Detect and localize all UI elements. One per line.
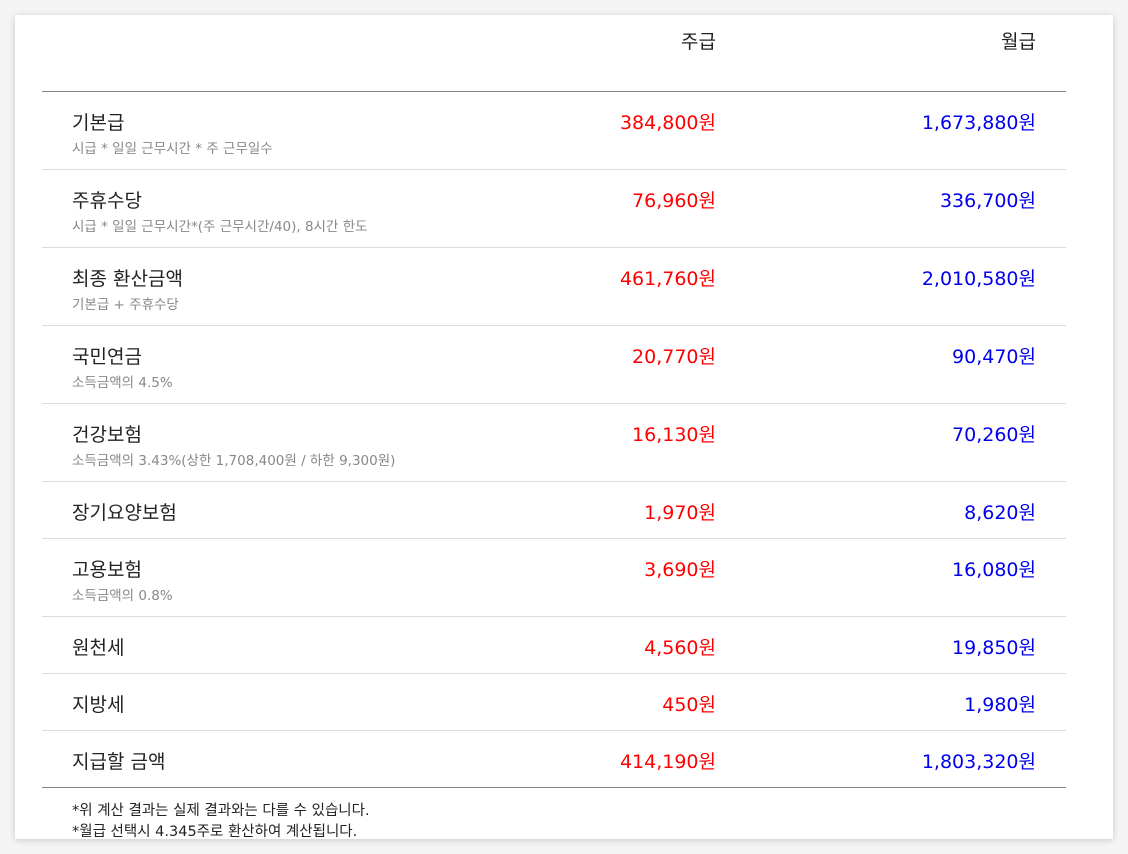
row-description: 기본급 + 주휴수당 <box>72 297 179 313</box>
table-row: 고용보험 소득금액의 0.8% 3,690원 16,080원 <box>42 539 1066 617</box>
table-row: 기본급 시급 * 일일 근무시간 * 주 근무일수 384,800원 1,673… <box>42 92 1066 170</box>
row-label: 국민연금 <box>72 346 142 368</box>
weekly-value: 450원 <box>662 694 716 716</box>
row-label: 원천세 <box>72 637 125 659</box>
row-description: 소득금액의 3.43%(상한 1,708,400원 / 하한 9,300원) <box>72 453 396 469</box>
table-row: 국민연금 소득금액의 4.5% 20,770원 90,470원 <box>42 326 1066 404</box>
monthly-value: 19,850원 <box>952 637 1036 659</box>
weekly-value: 414,190원 <box>619 751 716 773</box>
footnote: *월급 선택시 4.345주로 환산하여 계산됩니다. <box>72 824 358 839</box>
weekly-value: 3,690원 <box>644 559 716 581</box>
row-label: 장기요양보험 <box>72 502 177 524</box>
row-label: 주휴수당 <box>72 190 142 212</box>
monthly-value: 336,700원 <box>939 190 1036 212</box>
table-row: 지방세 450원 1,980원 <box>42 674 1066 731</box>
table-row: 주휴수당 시급 * 일일 근무시간*(주 근무시간/40), 8시간 한도 76… <box>42 170 1066 248</box>
weekly-value: 1,970원 <box>644 502 716 524</box>
row-label: 지방세 <box>72 694 125 716</box>
weekly-header: 주급 <box>681 31 716 53</box>
weekly-value: 76,960원 <box>632 190 716 212</box>
weekly-value: 20,770원 <box>632 346 716 368</box>
row-label: 건강보험 <box>72 424 142 446</box>
weekly-value: 16,130원 <box>632 424 716 446</box>
row-description: 소득금액의 0.8% <box>72 588 173 604</box>
table-row: 장기요양보험 1,970원 8,620원 <box>42 482 1066 539</box>
row-label: 지급할 금액 <box>72 751 166 773</box>
row-description: 시급 * 일일 근무시간 * 주 근무일수 <box>72 141 273 157</box>
monthly-value: 2,010,580원 <box>921 268 1036 290</box>
table-row: 원천세 4,560원 19,850원 <box>42 617 1066 674</box>
footnotes: *위 계산 결과는 실제 결과와는 다를 수 있습니다. *월급 선택시 4.3… <box>72 801 370 839</box>
weekly-value: 384,800원 <box>619 112 716 134</box>
monthly-value: 90,470원 <box>952 346 1036 368</box>
monthly-value: 70,260원 <box>952 424 1036 446</box>
monthly-value: 16,080원 <box>952 559 1036 581</box>
row-label: 기본급 <box>72 112 125 134</box>
row-label: 최종 환산금액 <box>72 268 183 290</box>
monthly-value: 1,803,320원 <box>921 751 1036 773</box>
row-description: 소득금액의 4.5% <box>72 375 173 391</box>
table-row: 건강보험 소득금액의 3.43%(상한 1,708,400원 / 하한 9,30… <box>42 404 1066 482</box>
table-row: 최종 환산금액 기본급 + 주휴수당 461,760원 2,010,580원 <box>42 248 1066 326</box>
monthly-value: 8,620원 <box>964 502 1036 524</box>
table-row-total: 지급할 금액 414,190원 1,803,320원 <box>42 731 1066 788</box>
monthly-header: 월급 <box>1001 31 1036 53</box>
salary-table: 주급 월급 기본급 시급 * 일일 근무시간 * 주 근무일수 384,800원… <box>42 15 1066 788</box>
weekly-value: 4,560원 <box>644 637 716 659</box>
result-card: 주급 월급 기본급 시급 * 일일 근무시간 * 주 근무일수 384,800원… <box>15 15 1113 839</box>
monthly-value: 1,980원 <box>964 694 1036 716</box>
monthly-value: 1,673,880원 <box>921 112 1036 134</box>
footnote: *위 계산 결과는 실제 결과와는 다를 수 있습니다. <box>72 803 370 819</box>
row-label: 고용보험 <box>72 559 142 581</box>
weekly-value: 461,760원 <box>619 268 716 290</box>
table-header: 주급 월급 <box>42 15 1066 92</box>
row-description: 시급 * 일일 근무시간*(주 근무시간/40), 8시간 한도 <box>72 219 368 235</box>
